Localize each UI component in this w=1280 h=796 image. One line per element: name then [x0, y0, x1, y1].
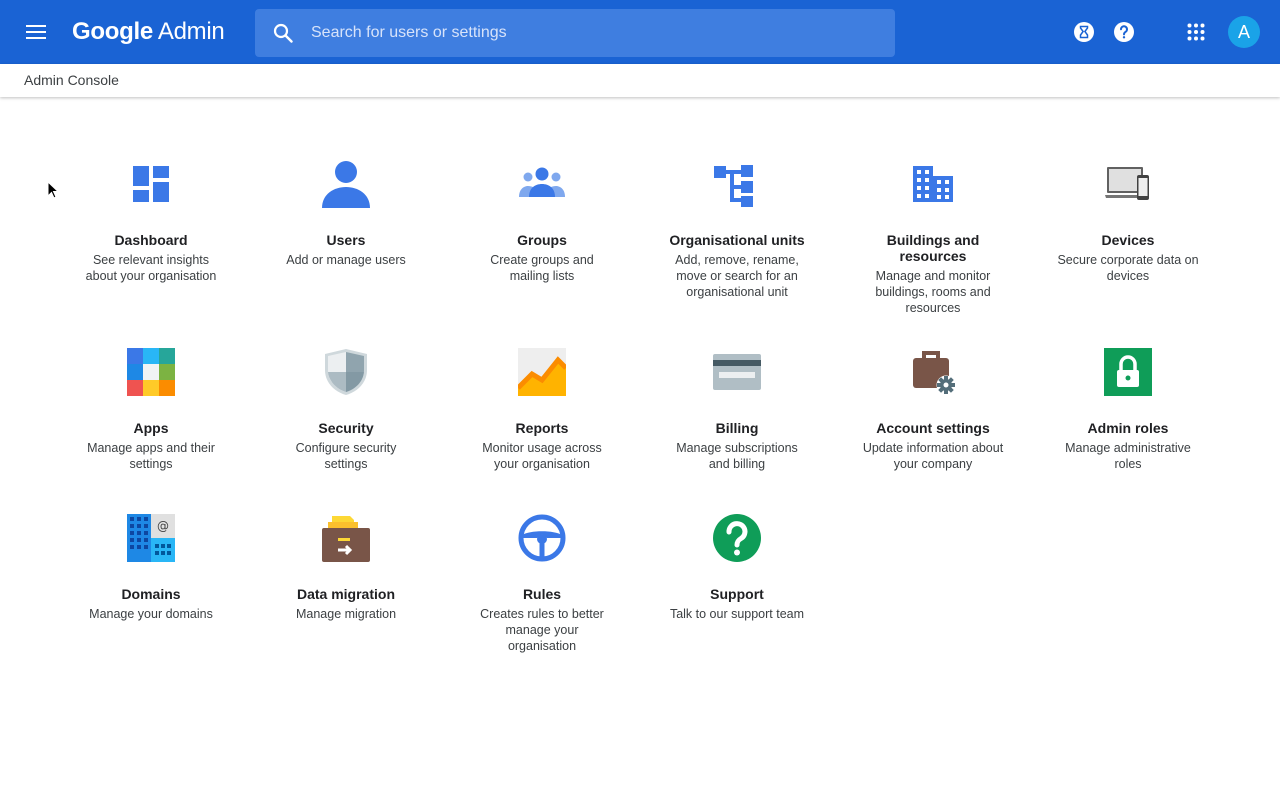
reports-icon [518, 348, 566, 396]
search-bar[interactable] [255, 9, 895, 57]
shield-icon [325, 349, 367, 395]
tile-description: Monitor usage across your organisation [482, 441, 602, 471]
help-button[interactable] [1108, 16, 1140, 48]
tile-groups[interactable]: Groups Create groups and mailing lists [467, 160, 617, 284]
tile-apps[interactable]: Apps Manage apps and their settings [76, 348, 226, 472]
tile-account-settings[interactable]: Account settings Update information abou… [858, 348, 1008, 472]
tile-title: Users [326, 232, 366, 248]
tile-users[interactable]: Users Add or manage users [271, 160, 421, 268]
tile-domains[interactable]: @ Domains Manage your domains [76, 514, 226, 622]
tile-title: Organisational units [669, 232, 805, 248]
main-menu-button[interactable] [16, 12, 56, 52]
apps-icon [127, 348, 175, 396]
tile-description: Create groups and mailing lists [490, 253, 594, 283]
tile-devices[interactable]: Devices Secure corporate data on devices [1053, 160, 1203, 284]
top-app-bar: Google Admin A [0, 0, 1280, 64]
logo-brand: Google [72, 18, 153, 45]
data-migration-icon [322, 516, 370, 562]
tile-title: Account settings [876, 420, 990, 436]
tile-description: Add or manage users [286, 253, 406, 267]
logo-product: Admin [157, 18, 225, 45]
hamburger-menu-icon [26, 25, 46, 39]
tile-data-migration[interactable]: Data migration Manage migration [271, 514, 421, 622]
tile-title: Rules [522, 586, 562, 602]
tile-description: Manage migration [295, 607, 397, 621]
lock-icon [1104, 348, 1152, 396]
tile-description: Configure security settings [295, 441, 397, 471]
search-icon[interactable] [255, 9, 311, 57]
tile-title: Apps [133, 420, 169, 436]
google-admin-logo[interactable]: Google Admin [72, 14, 225, 50]
tile-description: Manage your domains [89, 607, 213, 621]
tile-support[interactable]: Support Talk to our support team [662, 514, 812, 622]
tile-title: Billing [715, 420, 759, 436]
credit-card-icon [713, 354, 761, 390]
tile-organisational-units[interactable]: Organisational units Add, remove, rename… [662, 160, 812, 300]
user-icon [322, 161, 370, 208]
groups-icon [519, 167, 565, 197]
tile-description: Talk to our support team [669, 607, 805, 621]
tile-title: Data migration [296, 586, 395, 602]
briefcase-gear-icon [913, 351, 956, 395]
tile-description: Secure corporate data on devices [1057, 253, 1199, 283]
tile-title: Groups [517, 232, 567, 248]
tile-title: Devices [1101, 232, 1155, 248]
tile-title: Reports [515, 420, 569, 436]
svg-text:@: @ [157, 519, 169, 533]
tile-title: Buildings and resources [886, 232, 980, 264]
search-input[interactable] [311, 9, 895, 57]
steering-wheel-icon [518, 514, 566, 562]
tile-billing[interactable]: Billing Manage subscriptions and billing [662, 348, 812, 472]
help-icon [1114, 22, 1134, 42]
hourglass-icon [1074, 22, 1094, 42]
mouse-cursor-icon [47, 181, 59, 199]
tile-description: See relevant insights about your organis… [85, 253, 217, 283]
account-avatar[interactable]: A [1228, 16, 1260, 48]
tile-description: Manage administrative roles [1065, 441, 1191, 471]
tile-description: Manage and monitor buildings, rooms and … [875, 269, 991, 315]
tile-description: Manage apps and their settings [87, 441, 215, 471]
tile-rules[interactable]: Rules Creates rules to better manage you… [467, 514, 617, 654]
tile-dashboard[interactable]: Dashboard See relevant insights about yo… [76, 160, 226, 284]
apps-launcher-button[interactable] [1180, 16, 1212, 48]
tile-security[interactable]: Security Configure security settings [271, 348, 421, 472]
building-icon [913, 166, 953, 202]
tile-title: Security [318, 420, 374, 436]
tile-description: Update information about your company [862, 441, 1004, 471]
tile-title: Dashboard [114, 232, 188, 248]
help-circle-icon [713, 514, 761, 562]
tile-description: Creates rules to better manage your orga… [480, 607, 604, 653]
tile-admin-roles[interactable]: Admin roles Manage administrative roles [1053, 348, 1203, 472]
timer-button[interactable] [1068, 16, 1100, 48]
tile-title: Support [710, 586, 764, 602]
tile-title: Admin roles [1087, 420, 1169, 436]
tile-description: Add, remove, rename, move or search for … [675, 253, 799, 299]
domains-icon: @ [127, 514, 175, 562]
breadcrumb[interactable]: Admin Console [24, 72, 119, 88]
devices-icon [1105, 167, 1149, 200]
tile-title: Domains [121, 586, 181, 602]
breadcrumb-bar: Admin Console [0, 64, 1280, 97]
org-units-icon [714, 165, 753, 207]
tile-description: Manage subscriptions and billing [676, 441, 798, 471]
grid-icon [1187, 23, 1205, 41]
tile-reports[interactable]: Reports Monitor usage across your organi… [467, 348, 617, 472]
tile-buildings-and-resources[interactable]: Buildings and resources Manage and monit… [858, 160, 1008, 316]
dashboard-icon [133, 166, 169, 202]
